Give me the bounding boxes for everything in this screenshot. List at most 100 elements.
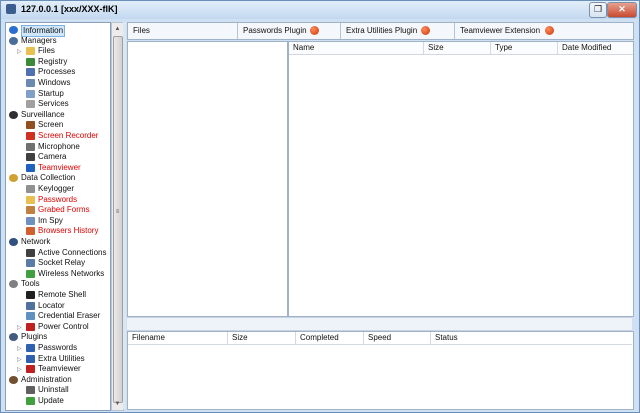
plugin-tab-bar: Files Passwords Plugin Extra Utilities P… (127, 22, 634, 40)
administration-icon (9, 375, 18, 384)
tree-item-label: Registry (38, 56, 68, 66)
tree-item-label: Active Connections (38, 247, 107, 257)
record-icon (26, 132, 35, 140)
folder-icon (26, 47, 35, 56)
close-button[interactable]: ✕ (607, 2, 637, 18)
tree-item-label: Locator (38, 300, 65, 310)
folder-tree-pane[interactable] (127, 41, 288, 317)
transfers-grid[interactable]: Filename Size Completed Speed Status (127, 331, 634, 410)
tab-passwords-plugin[interactable]: Passwords Plugin (238, 23, 341, 39)
tree-item-label: Network (21, 237, 51, 246)
scroll-thumb[interactable] (113, 36, 123, 403)
tree-item-label: Power Control (38, 321, 89, 331)
tree-item-label: Services (38, 99, 69, 109)
plugin-passwords-icon (26, 344, 35, 352)
tree-item-label: Passwords (38, 343, 78, 352)
surveillance-icon (9, 110, 18, 119)
tree-item-label: Credential Eraser (38, 311, 101, 321)
restore-button[interactable]: ❐ (589, 2, 607, 18)
managers-icon (9, 36, 18, 45)
expand-arrow-icon[interactable]: ▷ (17, 344, 23, 352)
screen-icon (26, 121, 35, 130)
horizontal-splitter[interactable] (127, 317, 632, 331)
shell-icon (26, 291, 35, 299)
windows-icon (26, 79, 35, 87)
locator-icon (26, 301, 35, 310)
column-header-filename[interactable]: Filename (128, 332, 228, 345)
network-icon (9, 238, 18, 246)
column-header-type[interactable]: Type (491, 42, 558, 55)
window-edge (634, 22, 638, 409)
uninstall-icon (26, 386, 35, 395)
plugin-status-icon (310, 26, 319, 35)
plugin-utilities-icon (26, 354, 35, 363)
plugin-status-icon (545, 26, 554, 35)
tree-item-label: Data Collection (21, 173, 76, 183)
tree-item-label: Files (38, 46, 55, 56)
scroll-up-arrow[interactable]: ▲ (113, 24, 122, 34)
relay-icon (26, 259, 35, 268)
plugin-teamviewer-icon (26, 365, 35, 374)
data-collection-icon (9, 174, 18, 183)
column-header-speed[interactable]: Speed (364, 332, 431, 345)
column-header-completed[interactable]: Completed (296, 332, 364, 345)
tree-item-label: Keylogger (38, 184, 75, 193)
scroll-down-arrow[interactable]: ▼ (113, 399, 122, 409)
tree-item-label: Socket Relay (38, 258, 86, 268)
tree-item-label: Passwords (38, 194, 78, 204)
tree-item-label: Managers (21, 35, 57, 45)
tree-item-label: Wireless Networks (38, 268, 105, 278)
sidebar-splitter[interactable] (123, 22, 126, 409)
globe-icon (26, 248, 35, 257)
tab-extra-utilities-plugin[interactable]: Extra Utilities Plugin (341, 23, 455, 39)
power-icon (26, 322, 35, 331)
tab-files[interactable]: Files (128, 23, 238, 39)
tree-item-label: Im Spy (38, 215, 63, 225)
tree-item-label: Grabed Forms (38, 205, 90, 215)
tree-item-label: Plugins (21, 332, 48, 342)
expand-arrow-icon[interactable]: ▷ (17, 365, 23, 373)
files-grid[interactable]: Name Size Type Date Modified (288, 41, 634, 317)
camera-icon (26, 153, 35, 162)
column-header-size[interactable]: Size (228, 332, 296, 345)
services-icon (26, 100, 35, 109)
eraser-icon (26, 312, 35, 321)
tree-item-label: Remote Shell (38, 290, 87, 299)
tree-item-label: Camera (38, 152, 67, 162)
update-icon (26, 397, 35, 405)
window-title: 127.0.0.1 [xxx/XXX-flK] (21, 4, 118, 14)
tree-item-label: Extra Utilities (38, 353, 85, 363)
tab-label: Passwords Plugin (243, 26, 307, 35)
registry-icon (26, 57, 35, 66)
tree-item-label: Startup (38, 88, 64, 98)
history-icon (26, 227, 35, 236)
tree-item-label: Microphone (38, 141, 80, 151)
column-header-size[interactable]: Size (424, 42, 491, 55)
tree-item-label: Teamviewer (38, 162, 81, 172)
plugin-status-icon (421, 26, 430, 35)
tab-label: Files (133, 26, 150, 35)
teamviewer-icon (26, 163, 35, 172)
column-header-status[interactable]: Status (431, 332, 632, 345)
plugins-icon (9, 333, 18, 342)
expand-arrow-icon[interactable]: ▷ (17, 47, 23, 55)
navigation-tree[interactable]: Information Managers ▷ Files Registry Process… (5, 22, 111, 411)
tree-item-label: Processes (38, 67, 76, 77)
column-header-date-modified[interactable]: Date Modified (558, 42, 633, 55)
im-spy-icon (26, 216, 35, 225)
tab-teamviewer-extension[interactable]: Teamviewer Extension (455, 23, 632, 39)
forms-icon (26, 206, 35, 215)
passwords-icon (26, 195, 35, 204)
tab-label: Extra Utilities Plugin (346, 26, 418, 35)
tab-label: Teamviewer Extension (460, 26, 541, 35)
expand-arrow-icon[interactable]: ▷ (17, 323, 23, 331)
tree-item-label: Surveillance (21, 109, 65, 119)
wireless-icon (26, 269, 35, 278)
tree-item-label: Screen Recorder (38, 131, 99, 140)
expand-arrow-icon[interactable]: ▷ (17, 355, 23, 363)
microphone-icon (26, 142, 35, 151)
main-window: 127.0.0.1 [xxx/XXX-flK] ❐ ✕ Information M… (0, 0, 640, 413)
column-header-name[interactable]: Name (289, 42, 424, 55)
tree-item-label: Uninstall (38, 385, 69, 395)
title-bar[interactable]: 127.0.0.1 [xxx/XXX-flK] ❐ ✕ (1, 1, 639, 19)
